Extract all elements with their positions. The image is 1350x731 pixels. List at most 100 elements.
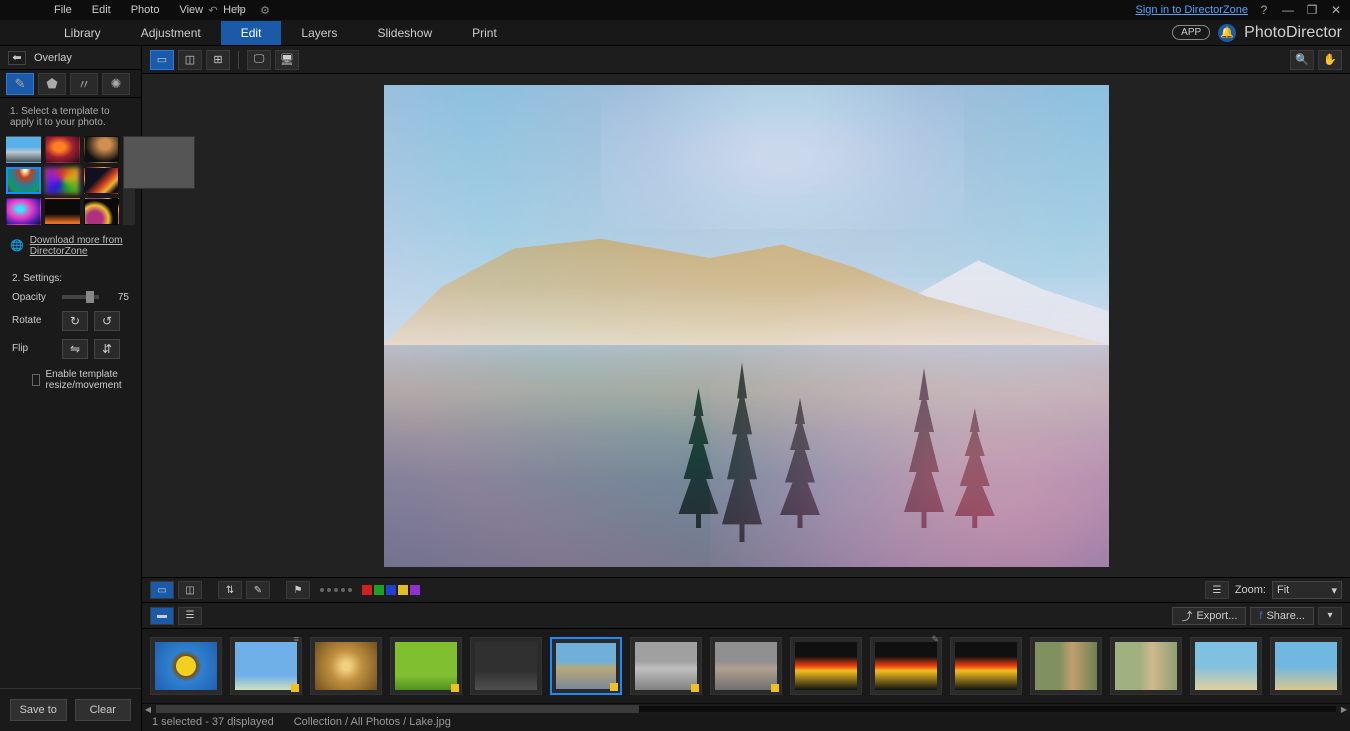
undo-icon[interactable]: ↶ (205, 2, 221, 18)
thumbnail[interactable] (710, 637, 782, 695)
app-badge[interactable]: APP (1172, 25, 1210, 40)
facebook-icon: f (1259, 610, 1262, 622)
menu-file[interactable]: File (44, 1, 82, 19)
redo-icon[interactable]: ↷ (231, 2, 247, 18)
panel-title: Overlay (34, 52, 72, 64)
menu-bar: File Edit Photo View Help ↶ ↷ ⚙ Sign in … (0, 0, 1350, 20)
thumbnail[interactable] (310, 637, 382, 695)
menu-edit[interactable]: Edit (82, 1, 121, 19)
tool-tree-icon[interactable]: ⬟ (38, 73, 66, 95)
thumbnail[interactable] (150, 637, 222, 695)
edit-pen-icon[interactable]: ✎ (246, 581, 270, 599)
color-red[interactable] (362, 585, 372, 595)
flip-label: Flip (12, 343, 54, 354)
module-library[interactable]: Library (44, 21, 121, 45)
rating-dots[interactable] (320, 588, 352, 592)
screen-mode-icon[interactable]: 🖥 (275, 50, 299, 70)
export-button[interactable]: ⤴ Export... (1172, 607, 1246, 625)
sidebar: ⬅ Overlay ✎ ⬟ 〃 ✺ 1. Select a template t… (0, 46, 142, 731)
rotate-cw-button[interactable]: ↻ (62, 311, 88, 331)
hand-tool-icon[interactable]: ✋ (1318, 50, 1342, 70)
thumbnail[interactable] (470, 637, 542, 695)
close-icon[interactable]: ✕ (1328, 2, 1344, 18)
color-blue[interactable] (386, 585, 396, 595)
share-dropdown-icon[interactable]: ▾ (1318, 607, 1342, 625)
thumbnail[interactable] (790, 637, 862, 695)
tool-burst-icon[interactable]: ✺ (102, 73, 130, 95)
download-link[interactable]: Download more from DirectorZone (30, 235, 131, 257)
template-item[interactable] (45, 136, 80, 163)
thumbnail[interactable]: ≡ (230, 637, 302, 695)
minimize-icon[interactable]: — (1280, 2, 1296, 18)
instruction-text: 1. Select a template to apply it to your… (0, 98, 141, 136)
template-item[interactable] (45, 167, 80, 194)
enable-resize-checkbox[interactable] (32, 374, 40, 386)
template-item[interactable] (45, 198, 80, 225)
thumbnail[interactable] (390, 637, 462, 695)
view-compare-icon[interactable]: ◫ (178, 50, 202, 70)
scroll-left-icon[interactable]: ◀ (142, 704, 154, 714)
menu-photo[interactable]: Photo (121, 1, 170, 19)
thumbnail-selected[interactable] (550, 637, 622, 695)
color-green[interactable] (374, 585, 384, 595)
strip-mode-a-icon[interactable]: ▬ (150, 607, 174, 625)
thumbnail[interactable] (1270, 637, 1342, 695)
share-button[interactable]: f Share... (1250, 607, 1314, 625)
color-yellow[interactable] (398, 585, 408, 595)
thumbnail[interactable] (950, 637, 1022, 695)
thumbnail[interactable]: ✎ (870, 637, 942, 695)
chevron-down-icon: ▾ (1331, 584, 1337, 597)
filmstrip-scrollbar[interactable]: ◀ ▶ (142, 703, 1350, 713)
notification-icon[interactable]: 🔔 (1218, 24, 1236, 42)
opacity-slider[interactable] (62, 295, 99, 299)
template-item[interactable] (84, 167, 119, 194)
color-labels (362, 585, 420, 595)
module-adjustment[interactable]: Adjustment (121, 21, 221, 45)
module-edit[interactable]: Edit (221, 21, 282, 45)
secondary-display-icon[interactable]: 🖵 (247, 50, 271, 70)
thumbnail[interactable] (1030, 637, 1102, 695)
selection-status: 1 selected - 37 displayed (152, 716, 274, 728)
view-grid-icon[interactable]: ⊞ (206, 50, 230, 70)
view-mode-b-icon[interactable]: ◫ (178, 581, 202, 599)
overlay-toolstrip: ✎ ⬟ 〃 ✺ (0, 70, 141, 98)
lower-toolbar: ▭ ◫ ⇅ ✎ ⚑ ☰ Zoom: Fit▾ (142, 577, 1350, 603)
status-bar: 1 selected - 37 displayed Collection / A… (142, 713, 1350, 731)
view-single-icon[interactable]: ▭ (150, 50, 174, 70)
thumbnail[interactable] (1190, 637, 1262, 695)
flag-icon[interactable]: ⚑ (286, 581, 310, 599)
filter-icon[interactable]: ☰ (1205, 581, 1229, 599)
module-slideshow[interactable]: Slideshow (357, 21, 452, 45)
template-item[interactable] (84, 198, 119, 225)
template-item[interactable] (84, 136, 119, 163)
thumbnail[interactable] (1110, 637, 1182, 695)
back-button[interactable]: ⬅ (8, 51, 26, 65)
template-item-selected[interactable] (6, 167, 41, 194)
canvas[interactable] (142, 74, 1350, 577)
color-purple[interactable] (410, 585, 420, 595)
sort-icon[interactable]: ⇅ (218, 581, 242, 599)
zoom-select[interactable]: Fit▾ (1272, 581, 1342, 599)
strip-mode-b-icon[interactable]: ☰ (178, 607, 202, 625)
zoom-tool-icon[interactable]: 🔍 (1290, 50, 1314, 70)
signin-link[interactable]: Sign in to DirectorZone (1136, 4, 1249, 16)
save-to-button[interactable]: Save to (10, 699, 67, 721)
enable-resize-label: Enable template resize/movement (46, 369, 129, 391)
flip-horizontal-button[interactable]: ⇋ (62, 339, 88, 359)
clear-button[interactable]: Clear (75, 699, 132, 721)
flip-vertical-button[interactable]: ⇵ (94, 339, 120, 359)
tool-lines-icon[interactable]: 〃 (70, 73, 98, 95)
maximize-icon[interactable]: ❐ (1304, 2, 1320, 18)
template-item[interactable] (6, 198, 41, 225)
module-layers[interactable]: Layers (281, 21, 357, 45)
thumbnail[interactable] (630, 637, 702, 695)
help-icon[interactable]: ? (1256, 2, 1272, 18)
rotate-ccw-button[interactable]: ↺ (94, 311, 120, 331)
tool-brush-icon[interactable]: ✎ (6, 73, 34, 95)
template-item[interactable] (6, 136, 41, 163)
template-scrollbar[interactable] (123, 136, 135, 225)
scroll-right-icon[interactable]: ▶ (1338, 704, 1350, 714)
module-print[interactable]: Print (452, 21, 517, 45)
view-mode-a-icon[interactable]: ▭ (150, 581, 174, 599)
settings-icon[interactable]: ⚙ (257, 2, 273, 18)
